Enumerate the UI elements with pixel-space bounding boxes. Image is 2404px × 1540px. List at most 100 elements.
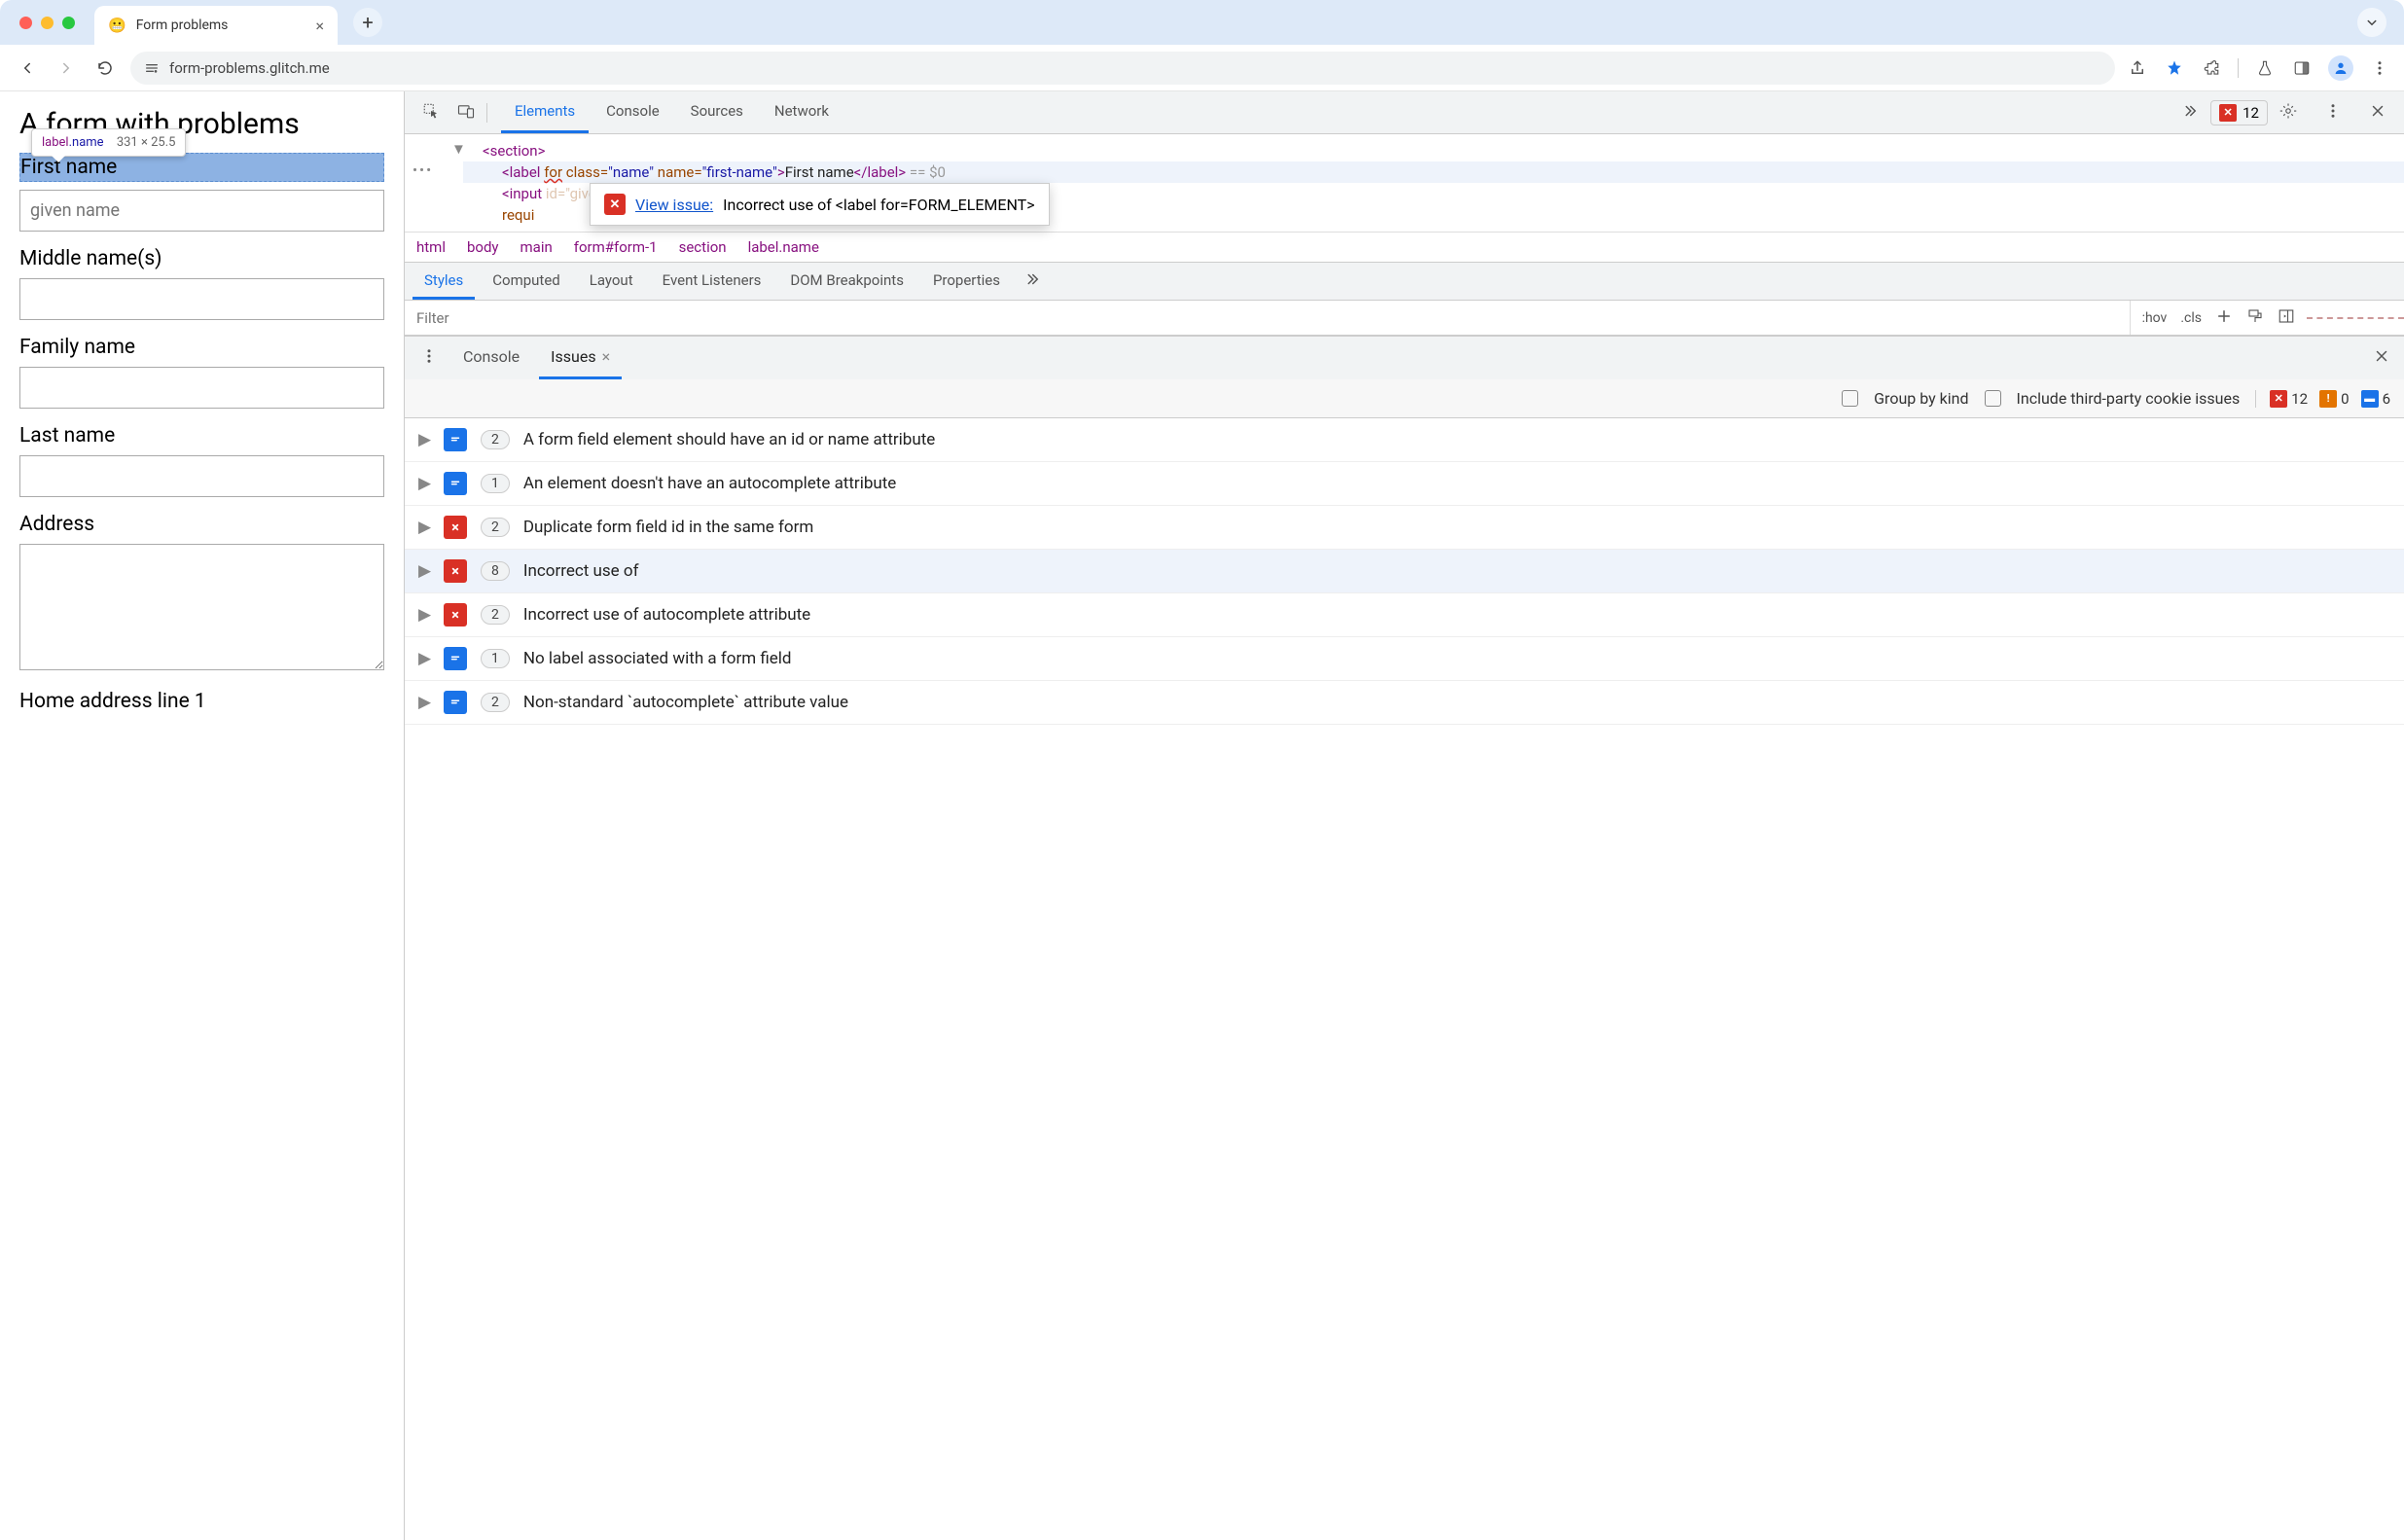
styles-tab-event-listeners[interactable]: Event Listeners (651, 263, 773, 300)
issue-row[interactable]: ▶2Incorrect use of autocomplete attribut… (405, 593, 2404, 637)
styles-tab-dom-breakpoints[interactable]: DOM Breakpoints (778, 263, 915, 300)
tab-overflow-button[interactable] (2357, 8, 2386, 37)
close-tab-icon[interactable]: × (315, 17, 324, 35)
panel-icon (2293, 59, 2311, 77)
devtools-tab-elements[interactable]: Elements (501, 91, 589, 133)
device-toolbar-button[interactable] (451, 98, 481, 127)
devtools-menu-button[interactable] (2318, 98, 2348, 127)
styles-filter-input[interactable] (405, 309, 2130, 327)
maximize-window-icon[interactable] (62, 17, 75, 29)
devtools-drawer: Console Issues × Group by kind Include t… (405, 336, 2404, 1540)
person-icon (2333, 60, 2349, 76)
elements-breadcrumbs: html body main form#form-1 section label.name (405, 232, 2404, 262)
bookmark-button[interactable] (2164, 57, 2185, 79)
cls-toggle[interactable]: .cls (2180, 310, 2202, 326)
page-content: A form with problems label.name 331 × 25… (0, 91, 404, 1540)
menu-button[interactable] (2369, 57, 2390, 79)
drawer-tab-console[interactable]: Console (451, 337, 531, 379)
devtools-tab-console[interactable]: Console (592, 91, 673, 133)
devtools-tab-network[interactable]: Network (761, 91, 843, 133)
address-bar-row: form-problems.glitch.me (0, 45, 2404, 91)
issue-title: Duplicate form field id in the same form (523, 518, 813, 537)
drawer-tabs: Console Issues × (405, 337, 2404, 379)
issue-title: Incorrect use of (523, 561, 639, 581)
more-tabs-button[interactable] (2175, 98, 2205, 127)
panel-right-icon (2278, 307, 2295, 325)
tab-title: Form problems (136, 18, 306, 33)
issue-row[interactable]: ▶1No label associated with a form field (405, 637, 2404, 681)
more-styles-tabs-button[interactable] (1018, 267, 1047, 296)
breadcrumb-item[interactable]: form#form-1 (574, 238, 658, 256)
drawer-menu-button[interactable] (414, 343, 444, 373)
profile-avatar[interactable] (2328, 55, 2353, 81)
breadcrumb-item[interactable]: section (679, 238, 727, 256)
close-drawer-button[interactable] (2369, 343, 2394, 373)
settings-button[interactable] (2274, 98, 2303, 127)
disclosure-triangle-icon[interactable]: ▼ (451, 140, 466, 158)
inspect-icon (422, 102, 440, 120)
browser-tab[interactable]: 😬 Form problems × (94, 6, 338, 45)
styles-tab-layout[interactable]: Layout (578, 263, 645, 300)
labs-button[interactable] (2254, 57, 2276, 79)
include-3p-checkbox[interactable] (1985, 390, 2001, 407)
forward-button[interactable] (53, 54, 80, 82)
new-style-rule-button[interactable] (2215, 307, 2233, 329)
title-bar: 😬 Form problems × + (0, 0, 2404, 45)
last-name-input[interactable] (19, 455, 384, 497)
issue-row[interactable]: ▶8Incorrect use of (405, 550, 2404, 593)
issue-row[interactable]: ▶2Non-standard `autocomplete` attribute … (405, 681, 2404, 725)
new-tab-button[interactable]: + (353, 8, 382, 37)
hov-toggle[interactable]: :hov (2142, 310, 2168, 326)
expand-arrow-icon: ▶ (418, 561, 430, 581)
gear-icon (2279, 102, 2297, 120)
computed-styles-button[interactable] (2246, 307, 2264, 329)
back-button[interactable] (14, 54, 41, 82)
breadcrumb-item[interactable]: main (520, 238, 553, 256)
breadcrumb-item[interactable]: label.name (748, 238, 819, 256)
toggle-pane-button[interactable] (2278, 307, 2295, 329)
breadcrumb-item[interactable]: html (416, 238, 446, 256)
close-window-icon[interactable] (19, 17, 32, 29)
family-name-input[interactable] (19, 367, 384, 409)
close-devtools-button[interactable] (2363, 98, 2392, 127)
elements-tree[interactable]: ▼ <section> ••• <label for class="name" … (405, 134, 2404, 232)
info-bubble-icon (444, 428, 467, 451)
devtools-panel: ElementsConsoleSourcesNetwork ✕ 12 (404, 91, 2404, 1540)
devtools-tab-sources[interactable]: Sources (677, 91, 757, 133)
issue-popup-text: Incorrect use of <label for=FORM_ELEMENT… (723, 196, 1034, 214)
drawer-tab-issues[interactable]: Issues × (539, 337, 622, 379)
selected-element-line[interactable]: <label for class="name" name="first-name… (463, 161, 2404, 183)
sidepanel-button[interactable] (2291, 57, 2313, 79)
share-button[interactable] (2127, 57, 2148, 79)
collapsed-dots-icon[interactable]: ••• (413, 161, 433, 179)
issue-row[interactable]: ▶2A form field element should have an id… (405, 418, 2404, 462)
first-name-input[interactable] (19, 190, 384, 232)
inspect-element-button[interactable] (416, 98, 446, 127)
breadcrumb-item[interactable]: body (467, 238, 499, 256)
error-bubble-icon (444, 559, 467, 583)
address-textarea[interactable] (19, 544, 384, 670)
close-issues-tab-icon[interactable]: × (602, 347, 611, 366)
issue-row[interactable]: ▶2Duplicate form field id in the same fo… (405, 506, 2404, 550)
issues-list: ▶2A form field element should have an id… (405, 418, 2404, 1540)
chevrons-right-icon (2181, 102, 2199, 120)
error-count-chip[interactable]: ✕ 12 (2210, 100, 2268, 125)
view-issue-link[interactable]: View issue: (635, 196, 713, 214)
expand-arrow-icon: ▶ (418, 518, 430, 537)
reload-button[interactable] (91, 54, 119, 82)
minimize-window-icon[interactable] (41, 17, 54, 29)
site-settings-icon[interactable] (144, 60, 160, 76)
issue-row[interactable]: ▶1An element doesn't have an autocomplet… (405, 462, 2404, 506)
middle-names-input[interactable] (19, 278, 384, 320)
styles-tab-computed[interactable]: Computed (481, 263, 572, 300)
extensions-button[interactable] (2201, 57, 2222, 79)
issue-title: Incorrect use of autocomplete attribute (523, 605, 810, 625)
styles-tab-styles[interactable]: Styles (413, 263, 475, 300)
issue-count-badge: 2 (481, 430, 510, 449)
address-bar[interactable]: form-problems.glitch.me (130, 52, 2115, 85)
group-by-kind-checkbox[interactable] (1842, 390, 1858, 407)
resize-handle[interactable] (2307, 317, 2404, 319)
styles-tab-properties[interactable]: Properties (921, 263, 1012, 300)
warnings-count: 0 (2341, 390, 2349, 408)
last-name-label: Last name (19, 424, 384, 448)
